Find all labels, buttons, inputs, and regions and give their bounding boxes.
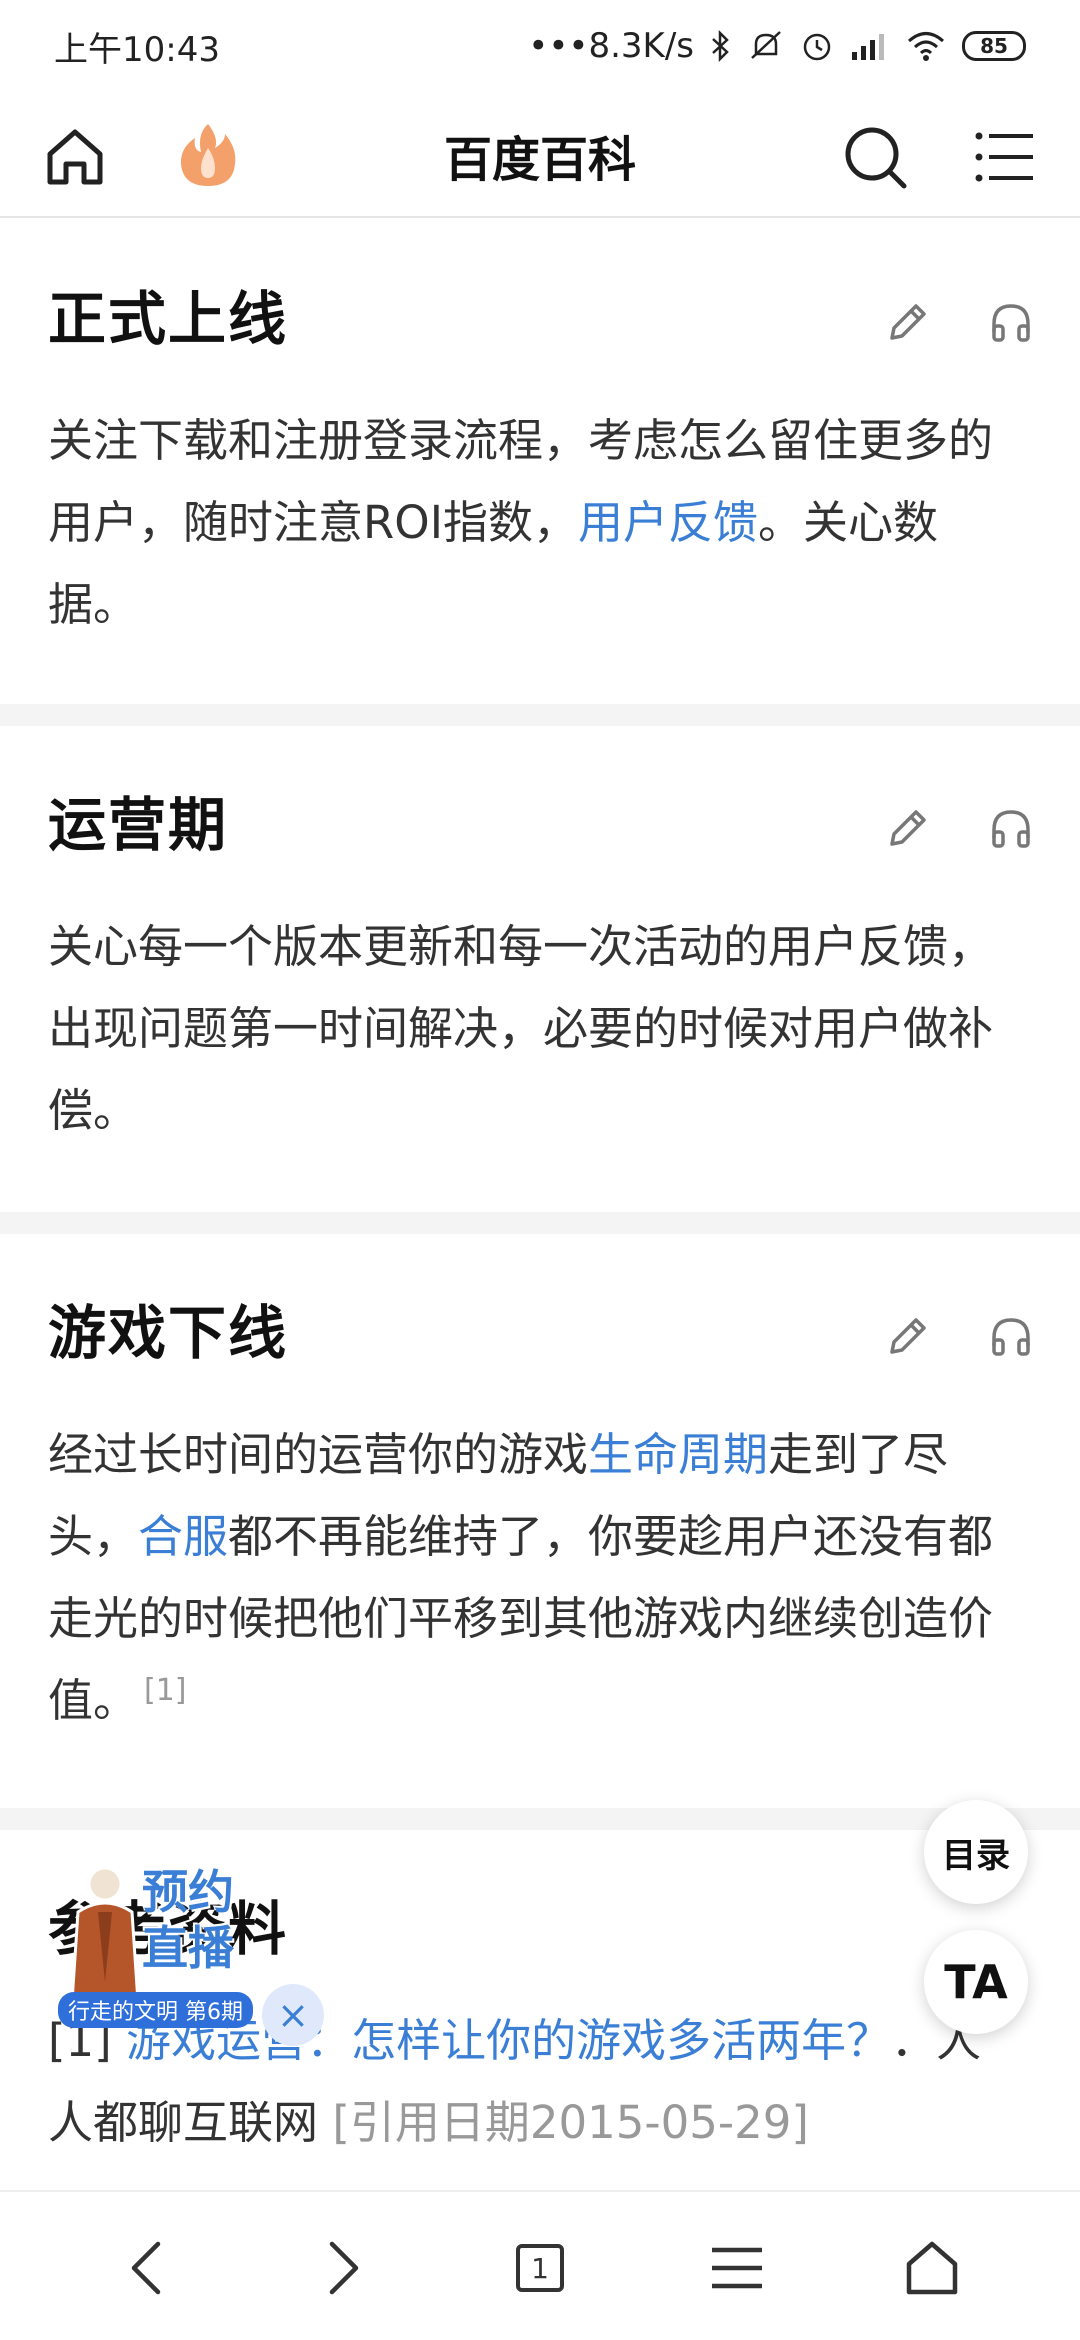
- figure-illustration: [60, 1862, 150, 2012]
- section-operation-period: 运营期 关心每一个版本更新和每一次活动的用户反馈，出现问题第一时间解决，必要的时…: [0, 726, 1080, 1206]
- promo-text: 预约直播: [142, 1865, 234, 1975]
- edit-icon[interactable]: [884, 1314, 930, 1360]
- link-life-cycle[interactable]: 生命周期: [588, 1428, 768, 1481]
- menu-button[interactable]: [975, 128, 1037, 186]
- menu-icon: [975, 132, 1033, 182]
- edit-icon[interactable]: [884, 806, 930, 852]
- section-body: 关注下载和注册登录流程，考虑怎么留住更多的用户，随时注意ROI指数，用户反馈。关…: [48, 400, 1008, 646]
- headphones-icon[interactable]: [988, 806, 1034, 852]
- bluetooth-icon: [710, 30, 732, 62]
- ta-button[interactable]: TA: [924, 1930, 1028, 2034]
- close-promo-button[interactable]: ×: [262, 1984, 324, 2046]
- page-title: 百度百科: [443, 132, 636, 188]
- section-game-shutdown: 游戏下线 经过长时间的运营你的游戏生命周期走到了尽头，合服都不再能维持了，你要趁…: [0, 1234, 1080, 1804]
- forward-button[interactable]: [312, 2236, 376, 2300]
- body-text: 关心每一个版本更新和每一次活动的用户反馈，出现问题第一时间解决，必要的时候对用户…: [48, 920, 994, 1137]
- section-body: 关心每一个版本更新和每一次活动的用户反馈，出现问题第一时间解决，必要的时候对用户…: [48, 906, 1008, 1152]
- section-title: 正式上线: [48, 285, 289, 353]
- bottom-nav: 1: [0, 2190, 1080, 2340]
- body-text: 经过长时间的运营你的游戏: [48, 1428, 589, 1481]
- section-divider: [0, 1808, 1080, 1830]
- alarm-icon: [800, 29, 834, 63]
- live-promo[interactable]: 预约直播 行走的文明 第6期: [50, 1856, 253, 2040]
- promo-badge: 行走的文明 第6期: [58, 1992, 253, 2028]
- edit-icon[interactable]: [884, 300, 930, 346]
- status-time: 上午10:43: [54, 29, 220, 70]
- section-title: 游戏下线: [48, 1299, 289, 1367]
- mute-icon: [748, 30, 784, 62]
- home-icon: [906, 2241, 958, 2295]
- back-icon: [131, 2241, 161, 2295]
- search-icon: [845, 127, 907, 189]
- tab-count: 1: [516, 2244, 564, 2292]
- back-button[interactable]: [114, 2236, 178, 2300]
- wifi-icon: [906, 30, 946, 62]
- reference-date: [引用日期2015-05-29]: [332, 2096, 809, 2149]
- browser-menu-button[interactable]: [705, 2236, 769, 2300]
- signal-icon: [850, 30, 890, 62]
- section-body: 经过长时间的运营你的游戏生命周期走到了尽头，合服都不再能维持了，你要趁用户还没有…: [48, 1414, 1008, 1742]
- tabs-button[interactable]: 1: [508, 2236, 572, 2300]
- battery-indicator: 85: [962, 31, 1026, 61]
- headphones-icon[interactable]: [988, 1314, 1034, 1360]
- section-title: 运营期: [48, 791, 229, 859]
- search-button[interactable]: [842, 124, 910, 192]
- section-divider: [0, 704, 1080, 726]
- section-official-launch: 正式上线 关注下载和注册登录流程，考虑怎么留住更多的用户，随时注意ROI指数，用…: [0, 220, 1080, 700]
- link-server-merge[interactable]: 合服: [138, 1510, 228, 1563]
- status-icons: •••8.3K/s 85: [528, 26, 1026, 66]
- toc-button[interactable]: 目录: [924, 1800, 1028, 1904]
- headphones-icon[interactable]: [988, 300, 1034, 346]
- section-divider: [0, 1212, 1080, 1234]
- browser-home-button[interactable]: [900, 2236, 964, 2300]
- status-bar: 上午10:43 •••8.3K/s 85: [0, 0, 1080, 92]
- app-header: 百度百科: [0, 92, 1080, 218]
- link-user-feedback[interactable]: 用户反馈: [578, 496, 758, 549]
- forward-icon: [329, 2241, 359, 2295]
- citation-link[interactable]: [1]: [144, 1673, 187, 1708]
- network-speed: •••8.3K/s: [528, 26, 694, 66]
- hamburger-icon: [712, 2247, 762, 2289]
